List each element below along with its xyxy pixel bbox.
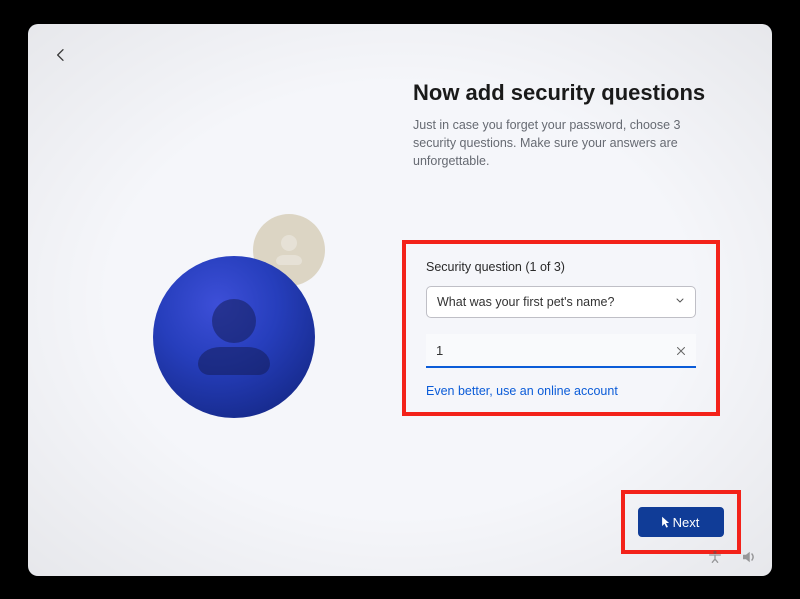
next-button-area: Next [625, 494, 737, 550]
answer-input-wrap [426, 334, 696, 368]
accessibility-icon [707, 549, 723, 565]
next-button[interactable]: Next [638, 507, 724, 537]
volume-button[interactable] [738, 546, 760, 568]
security-answer-input[interactable] [426, 334, 696, 368]
security-question-form: Security question (1 of 3) What was your… [406, 244, 716, 412]
cursor-icon [661, 516, 671, 530]
clear-input-button[interactable] [674, 344, 688, 358]
system-tray [704, 546, 760, 568]
next-button-label: Next [673, 515, 700, 530]
page-subtitle: Just in case you forget your password, c… [413, 116, 713, 170]
user-icon [193, 287, 275, 387]
chevron-down-icon [674, 295, 686, 310]
primary-avatar [153, 256, 315, 418]
use-online-account-link[interactable]: Even better, use an online account [426, 384, 696, 398]
security-question-dropdown[interactable]: What was your first pet's name? [426, 286, 696, 318]
oobe-window: Now add security questions Just in case … [28, 24, 772, 576]
close-icon [675, 345, 687, 357]
content-pane: Now add security questions Just in case … [413, 80, 735, 170]
accessibility-button[interactable] [704, 546, 726, 568]
illustration-pane [28, 24, 388, 576]
dropdown-selected-value: What was your first pet's name? [437, 295, 614, 309]
screen: Now add security questions Just in case … [0, 0, 800, 599]
volume-icon [740, 548, 758, 566]
user-icon [273, 230, 305, 270]
page-title: Now add security questions [413, 80, 735, 106]
section-label: Security question (1 of 3) [426, 260, 696, 274]
